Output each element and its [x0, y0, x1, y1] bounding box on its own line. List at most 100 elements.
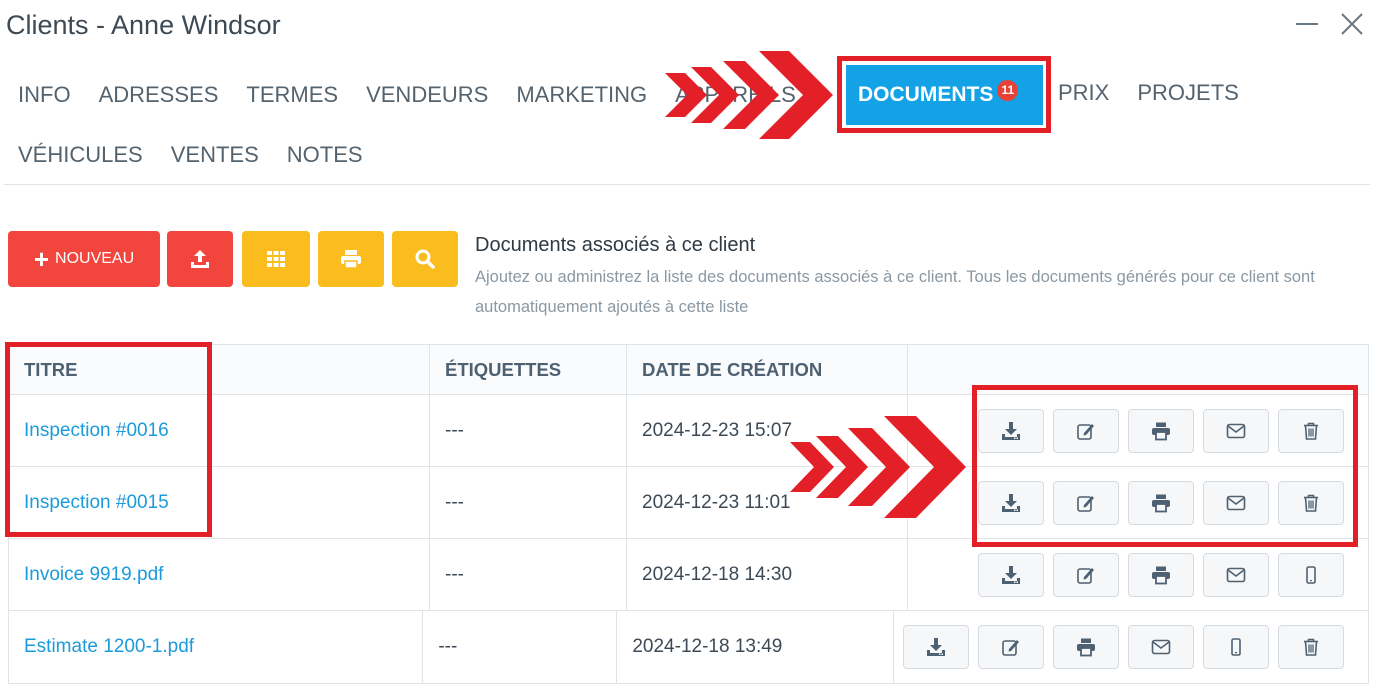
print-icon	[1151, 421, 1171, 441]
plus-icon: +	[33, 244, 50, 274]
cell-date: 2024-12-23 15:07	[627, 395, 908, 466]
download-icon	[1001, 565, 1021, 585]
trash-button[interactable]	[1278, 625, 1344, 669]
tab-ventes[interactable]: VENTES	[171, 142, 259, 168]
search-icon	[415, 249, 435, 269]
cell-title: Estimate 1200-1.pdf	[9, 611, 424, 683]
column-header-date[interactable]: DATE DE CRÉATION	[627, 345, 908, 394]
upload-button[interactable]	[167, 231, 233, 287]
tab-bar-row-1: INFO ADRESSES TERMES VENDEURS MARKETING …	[18, 80, 824, 110]
column-header-tags[interactable]: ÉTIQUETTES	[430, 345, 627, 394]
download-button[interactable]	[978, 552, 1044, 597]
cell-actions	[894, 611, 1368, 683]
title-bar: Clients - Anne Windsor	[0, 0, 1374, 52]
edit-button[interactable]	[1053, 480, 1119, 525]
table-row: Invoice 9919.pdf --- 2024-12-18 14:30	[9, 539, 1368, 611]
cell-actions	[908, 395, 1368, 466]
tab-documents-label: DOCUMENTS	[858, 83, 994, 106]
table-row: Inspection #0015 --- 2024-12-23 11:01	[9, 467, 1368, 539]
table-header: TITRE ÉTIQUETTES DATE DE CRÉATION	[9, 345, 1368, 395]
search-button[interactable]	[392, 231, 458, 287]
cell-title: Inspection #0015	[9, 467, 430, 538]
grid-view-button[interactable]	[242, 231, 310, 287]
tab-marketing[interactable]: MARKETING	[516, 82, 647, 108]
tab-appareils[interactable]: APPAREILS	[675, 82, 796, 108]
cell-date: 2024-12-18 14:30	[627, 539, 908, 610]
trash-icon	[1301, 493, 1321, 513]
grid-icon	[267, 251, 285, 267]
print-button[interactable]	[1128, 552, 1194, 597]
cell-date: 2024-12-18 13:49	[617, 611, 894, 683]
column-header-actions	[908, 345, 1368, 394]
tab-documents[interactable]: DOCUMENTS 11	[846, 65, 1043, 125]
cell-actions	[908, 539, 1368, 610]
download-icon	[926, 637, 946, 657]
upload-icon	[191, 250, 209, 268]
documents-table: TITRE ÉTIQUETTES DATE DE CRÉATION Inspec…	[8, 344, 1369, 684]
tab-vehicules[interactable]: VÉHICULES	[18, 142, 143, 168]
trash-button[interactable]	[1278, 408, 1344, 453]
documents-count-badge: 11	[997, 79, 1019, 101]
document-title-link[interactable]: Inspection #0016	[24, 420, 169, 442]
print-icon	[341, 250, 361, 269]
edit-button[interactable]	[1053, 552, 1119, 597]
tab-adresses[interactable]: ADRESSES	[99, 82, 219, 108]
download-icon	[1001, 493, 1021, 513]
edit-button[interactable]	[1053, 408, 1119, 453]
download-button[interactable]	[978, 408, 1044, 453]
tab-projets[interactable]: PROJETS	[1137, 80, 1238, 106]
window-title: Clients - Anne Windsor	[6, 10, 281, 40]
document-title-link[interactable]: Estimate 1200-1.pdf	[24, 636, 194, 658]
document-title-link[interactable]: Invoice 9919.pdf	[24, 564, 163, 586]
download-icon	[1001, 421, 1021, 441]
mobile-button[interactable]	[1278, 552, 1344, 597]
new-document-label: NOUVEAU	[55, 250, 135, 267]
email-icon	[1226, 493, 1246, 513]
cell-actions	[908, 467, 1368, 538]
mobile-button[interactable]	[1203, 625, 1269, 669]
mobile-icon	[1301, 565, 1321, 585]
tab-vendeurs[interactable]: VENDEURS	[366, 82, 488, 108]
close-icon	[1341, 13, 1363, 35]
download-button[interactable]	[978, 480, 1044, 525]
column-header-title[interactable]: TITRE	[9, 345, 430, 394]
cell-tags: ---	[430, 539, 627, 610]
minimize-button[interactable]	[1292, 8, 1322, 40]
print-icon	[1151, 565, 1171, 585]
close-button[interactable]	[1337, 8, 1367, 40]
edit-button[interactable]	[978, 625, 1044, 669]
print-button[interactable]	[1128, 480, 1194, 525]
mobile-icon	[1226, 637, 1246, 657]
cell-date: 2024-12-23 11:01	[627, 467, 908, 538]
trash-icon	[1301, 637, 1321, 657]
email-button[interactable]	[1203, 480, 1269, 525]
email-icon	[1151, 637, 1171, 657]
edit-icon	[1076, 565, 1096, 585]
email-button[interactable]	[1128, 625, 1194, 669]
tab-bar-row-1-end: PRIX PROJETS	[1058, 80, 1267, 106]
table-row: Inspection #0016 --- 2024-12-23 15:07	[9, 395, 1368, 467]
document-title-link[interactable]: Inspection #0015	[24, 492, 169, 514]
download-button[interactable]	[903, 625, 969, 669]
cell-tags: ---	[430, 467, 627, 538]
minimize-icon	[1296, 23, 1318, 25]
new-document-button[interactable]: + NOUVEAU	[8, 231, 160, 287]
trash-button[interactable]	[1278, 480, 1344, 525]
edit-icon	[1001, 637, 1021, 657]
tab-prix[interactable]: PRIX	[1058, 80, 1109, 106]
print-button[interactable]	[1053, 625, 1119, 669]
trash-icon	[1301, 421, 1321, 441]
cell-tags: ---	[430, 395, 627, 466]
tab-info[interactable]: INFO	[18, 82, 71, 108]
email-icon	[1226, 565, 1246, 585]
email-button[interactable]	[1203, 552, 1269, 597]
tabs-divider	[4, 184, 1370, 185]
email-button[interactable]	[1203, 408, 1269, 453]
tab-bar-row-2: VÉHICULES VENTES NOTES	[18, 140, 391, 170]
tab-termes[interactable]: TERMES	[246, 82, 338, 108]
cell-title: Inspection #0016	[9, 395, 430, 466]
print-list-button[interactable]	[318, 231, 384, 287]
tab-notes[interactable]: NOTES	[287, 142, 363, 168]
print-button[interactable]	[1128, 408, 1194, 453]
edit-icon	[1076, 493, 1096, 513]
